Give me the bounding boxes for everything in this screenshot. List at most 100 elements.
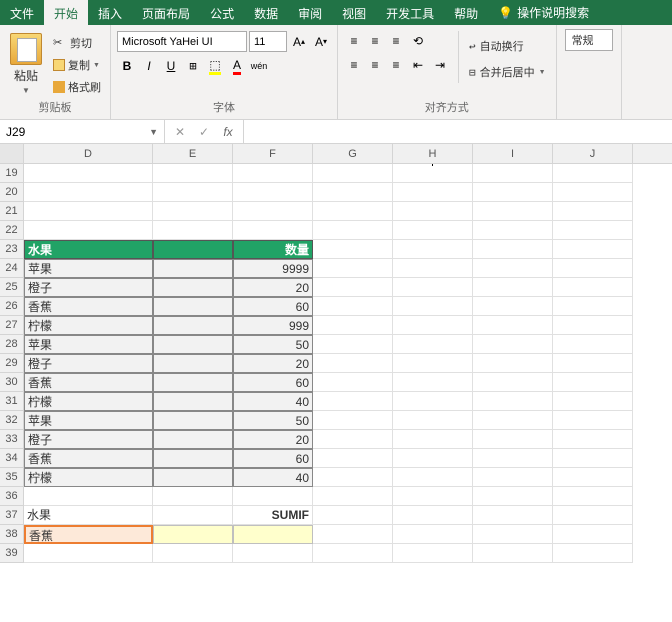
cell-H29[interactable] — [393, 354, 473, 373]
cell-H24[interactable] — [393, 259, 473, 278]
cell-H35[interactable] — [393, 468, 473, 487]
cell-F29[interactable]: 20 — [233, 354, 313, 373]
row-header-22[interactable]: 22 — [0, 221, 24, 240]
cell-I39[interactable] — [473, 544, 553, 563]
cell-J38[interactable] — [553, 525, 633, 544]
cell-E39[interactable] — [153, 544, 233, 563]
align-bottom-button[interactable]: ≡ — [386, 31, 406, 51]
font-size-select[interactable] — [249, 31, 287, 52]
cell-I34[interactable] — [473, 449, 553, 468]
cell-G24[interactable] — [313, 259, 393, 278]
cell-F35[interactable]: 40 — [233, 468, 313, 487]
cell-D34[interactable]: 香蕉 — [24, 449, 153, 468]
tab-help[interactable]: 帮助 — [444, 0, 488, 25]
row-header-35[interactable]: 35 — [0, 468, 24, 487]
cell-E34[interactable] — [153, 449, 233, 468]
cell-E24[interactable] — [153, 259, 233, 278]
cell-D27[interactable]: 柠檬 — [24, 316, 153, 335]
row-header-36[interactable]: 36 — [0, 487, 24, 506]
row-header-37[interactable]: 37 — [0, 506, 24, 525]
cell-I28[interactable] — [473, 335, 553, 354]
cell-H31[interactable] — [393, 392, 473, 411]
cell-I37[interactable] — [473, 506, 553, 525]
row-header-33[interactable]: 33 — [0, 430, 24, 449]
cell-H19[interactable] — [393, 164, 473, 183]
column-header-J[interactable]: J — [553, 144, 633, 163]
cell-H37[interactable] — [393, 506, 473, 525]
cell-F23[interactable]: 数量 — [233, 240, 313, 259]
cell-I38[interactable] — [473, 525, 553, 544]
cell-E35[interactable] — [153, 468, 233, 487]
cell-I24[interactable] — [473, 259, 553, 278]
cell-J29[interactable] — [553, 354, 633, 373]
tab-file[interactable]: 文件 — [0, 0, 44, 25]
cell-H28[interactable] — [393, 335, 473, 354]
cell-E25[interactable] — [153, 278, 233, 297]
align-left-button[interactable]: ≡ — [344, 55, 364, 75]
row-header-34[interactable]: 34 — [0, 449, 24, 468]
cell-G23[interactable] — [313, 240, 393, 259]
format-painter-button[interactable]: 格式刷 — [50, 77, 104, 97]
cell-F33[interactable]: 20 — [233, 430, 313, 449]
cell-F31[interactable]: 40 — [233, 392, 313, 411]
border-button[interactable]: ⊞ — [183, 56, 203, 76]
increase-font-button[interactable]: A▴ — [289, 32, 309, 52]
cell-I36[interactable] — [473, 487, 553, 506]
cell-D28[interactable]: 苹果 — [24, 335, 153, 354]
merge-center-button[interactable]: ⊟ 合并后居中 ▼ — [465, 61, 550, 83]
cell-E23[interactable] — [153, 240, 233, 259]
name-box-input[interactable] — [6, 125, 149, 139]
cell-G33[interactable] — [313, 430, 393, 449]
tab-view[interactable]: 视图 — [332, 0, 376, 25]
formula-input[interactable] — [244, 120, 672, 143]
row-header-29[interactable]: 29 — [0, 354, 24, 373]
cell-H22[interactable] — [393, 221, 473, 240]
cell-I19[interactable] — [473, 164, 553, 183]
cell-H34[interactable] — [393, 449, 473, 468]
cell-H23[interactable] — [393, 240, 473, 259]
cell-H20[interactable] — [393, 183, 473, 202]
cell-F24[interactable]: 9999 — [233, 259, 313, 278]
enter-formula-button[interactable]: ✓ — [193, 122, 215, 142]
cell-G37[interactable] — [313, 506, 393, 525]
cell-F30[interactable]: 60 — [233, 373, 313, 392]
select-all-button[interactable] — [0, 144, 24, 163]
cell-I29[interactable] — [473, 354, 553, 373]
column-header-I[interactable]: I — [473, 144, 553, 163]
cell-H38[interactable] — [393, 525, 473, 544]
cell-E31[interactable] — [153, 392, 233, 411]
cell-G20[interactable] — [313, 183, 393, 202]
row-header-30[interactable]: 30 — [0, 373, 24, 392]
cell-E19[interactable] — [153, 164, 233, 183]
orientation-button[interactable]: ⟲ — [408, 31, 428, 51]
column-header-F[interactable]: F — [233, 144, 313, 163]
cells-area[interactable]: 水果数量苹果9999橙子20香蕉60柠檬999苹果50橙子20香蕉60柠檬40苹… — [24, 164, 672, 563]
cell-G21[interactable] — [313, 202, 393, 221]
row-header-21[interactable]: 21 — [0, 202, 24, 221]
column-header-D[interactable]: D — [24, 144, 153, 163]
cell-E26[interactable] — [153, 297, 233, 316]
align-center-button[interactable]: ≡ — [365, 55, 385, 75]
cell-G34[interactable] — [313, 449, 393, 468]
cell-G19[interactable] — [313, 164, 393, 183]
cell-I25[interactable] — [473, 278, 553, 297]
copy-button[interactable]: 复制 ▼ — [50, 55, 104, 75]
cell-D26[interactable]: 香蕉 — [24, 297, 153, 316]
cell-F39[interactable] — [233, 544, 313, 563]
decrease-font-button[interactable]: A▾ — [311, 32, 331, 52]
cell-I33[interactable] — [473, 430, 553, 449]
cell-F32[interactable]: 50 — [233, 411, 313, 430]
cell-J25[interactable] — [553, 278, 633, 297]
cell-F20[interactable] — [233, 183, 313, 202]
cell-I27[interactable] — [473, 316, 553, 335]
font-color-button[interactable]: A — [227, 56, 247, 76]
cell-E36[interactable] — [153, 487, 233, 506]
cell-G36[interactable] — [313, 487, 393, 506]
tab-review[interactable]: 审阅 — [288, 0, 332, 25]
cell-J39[interactable] — [553, 544, 633, 563]
tab-home[interactable]: 开始 — [44, 0, 88, 25]
row-header-38[interactable]: 38 — [0, 525, 24, 544]
cell-D19[interactable] — [24, 164, 153, 183]
tab-formulas[interactable]: 公式 — [200, 0, 244, 25]
cell-I30[interactable] — [473, 373, 553, 392]
